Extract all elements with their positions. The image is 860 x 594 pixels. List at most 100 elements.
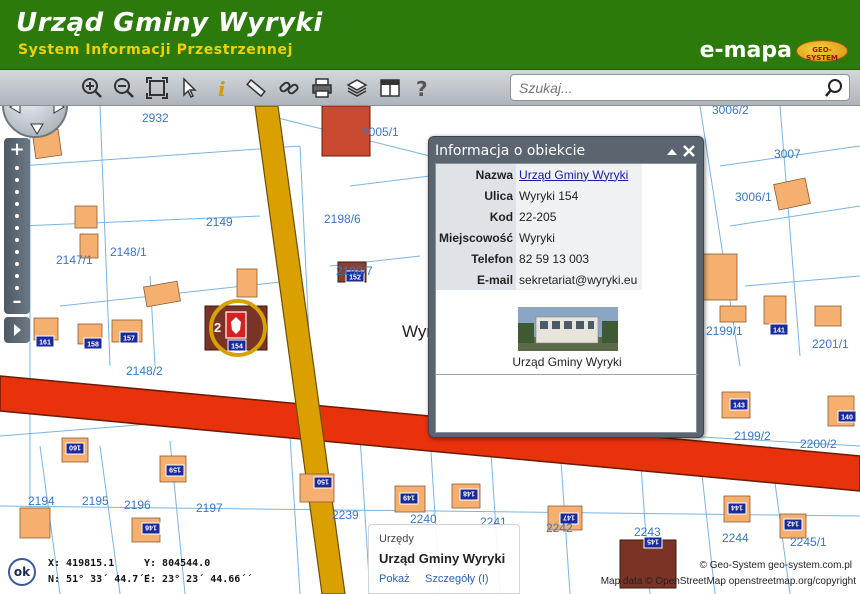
zoom-level-dot[interactable] bbox=[15, 166, 19, 170]
zoom-level-dot[interactable] bbox=[15, 190, 19, 194]
popup-collapse-button[interactable] bbox=[665, 145, 679, 159]
link-icon bbox=[279, 81, 299, 95]
zoom-level-dot[interactable] bbox=[15, 202, 19, 206]
building-photo[interactable] bbox=[518, 307, 618, 351]
info-row: Ulica Wyryki 154 bbox=[436, 185, 642, 206]
print-icon bbox=[312, 78, 332, 98]
parcel-label: 2244 bbox=[722, 531, 749, 545]
photo-caption: Urząd Gminy Wyryki bbox=[512, 355, 622, 369]
help-button[interactable]: ? bbox=[408, 74, 436, 102]
info-value: Wyryki 154 bbox=[516, 185, 642, 206]
search-input[interactable] bbox=[519, 78, 819, 98]
parcel-label: 2148/1 bbox=[110, 245, 147, 259]
parcel-label: 2194 bbox=[28, 494, 55, 508]
chevron-up-icon bbox=[667, 149, 677, 155]
ok-button[interactable]: ok bbox=[8, 558, 36, 586]
info-row: E-mail sekretariat@wyryki.eu bbox=[436, 269, 642, 290]
house-number-badge: 150 bbox=[313, 476, 333, 489]
show-link[interactable]: Pokaż bbox=[379, 573, 410, 585]
zoom-level-dot[interactable] bbox=[15, 250, 19, 254]
search-button[interactable] bbox=[823, 78, 845, 98]
category-panel: Urzędy Urząd Gminy Wyryki Pokaż Szczegół… bbox=[368, 524, 520, 594]
expand-panel-button[interactable] bbox=[4, 317, 30, 343]
zoom-minus-button[interactable]: – bbox=[4, 292, 30, 312]
info-row: Telefon 82 59 13 003 bbox=[436, 248, 642, 269]
info-button[interactable]: i bbox=[208, 74, 236, 102]
parcel-label: 2239 bbox=[332, 508, 359, 522]
house-number-text: 141 bbox=[773, 328, 785, 335]
toolbar: i ? bbox=[0, 70, 860, 106]
object-info-popup: Informacja o obiekcie Nazwa Urząd Gminy … bbox=[428, 136, 704, 438]
zoom-out-icon bbox=[114, 78, 134, 98]
coord-x: X: 419815.1 bbox=[48, 558, 115, 569]
info-value: 82 59 13 003 bbox=[516, 248, 642, 269]
zoom-level-dot[interactable] bbox=[15, 274, 19, 278]
house-number-text: 144 bbox=[731, 504, 743, 511]
info-label: Kod bbox=[436, 206, 517, 227]
app-header: Urząd Gminy Wyryki System Informacji Prz… bbox=[0, 0, 860, 70]
zoom-level-dot[interactable] bbox=[15, 262, 19, 266]
house-number-badge: 161 bbox=[35, 335, 55, 348]
info-row: Miejscowość Wyryki bbox=[436, 227, 642, 248]
layout-button[interactable] bbox=[376, 74, 404, 102]
link-button[interactable] bbox=[275, 74, 303, 102]
geo-system-logo: GEO-SYSTEM bbox=[796, 40, 848, 62]
copyright-osm[interactable]: Map data © OpenStreetMap openstreetmap.o… bbox=[601, 576, 856, 587]
house-number-text: 154 bbox=[231, 344, 243, 351]
details-link[interactable]: Szczegóły (I) bbox=[425, 573, 489, 585]
zoom-level-dot[interactable] bbox=[15, 214, 19, 218]
coordinate-readout: ok X: 419815.1 Y: 804544.0 N: 51° 33´ 44… bbox=[0, 550, 252, 594]
search-box bbox=[510, 74, 850, 101]
info-value: sekretariat@wyryki.eu bbox=[516, 269, 642, 290]
parcel-label: 2201/1 bbox=[812, 337, 849, 351]
house-number-badge: 158 bbox=[83, 337, 103, 350]
info-value: Wyryki bbox=[516, 227, 642, 248]
popup-close-button[interactable] bbox=[681, 143, 697, 159]
parcel-label: 2195 bbox=[82, 494, 109, 508]
pan-control[interactable] bbox=[2, 106, 68, 138]
parcel-label: 2242 bbox=[546, 521, 573, 535]
parcel-label: 3007 bbox=[774, 147, 801, 161]
zoom-extent-icon bbox=[146, 77, 168, 99]
measure-button[interactable] bbox=[242, 74, 270, 102]
zoom-in-button[interactable] bbox=[78, 74, 106, 102]
info-row: Kod 22-205 bbox=[436, 206, 642, 227]
house-number-text: 161 bbox=[39, 340, 51, 347]
house-number-badge: 144 bbox=[727, 502, 747, 515]
zoom-level-dot[interactable] bbox=[15, 178, 19, 182]
house-number-text: 149 bbox=[403, 494, 415, 501]
svg-text:?: ? bbox=[416, 77, 428, 99]
zoom-slider[interactable]: + – bbox=[4, 138, 30, 314]
house-number-badge: 148 bbox=[459, 488, 479, 501]
info-label: Nazwa bbox=[436, 164, 517, 185]
print-button[interactable] bbox=[308, 74, 336, 102]
pointer-button[interactable] bbox=[176, 74, 204, 102]
house-number-text: 160 bbox=[69, 444, 81, 451]
house-number-badge: 142 bbox=[783, 518, 803, 531]
zoom-level-dot[interactable] bbox=[15, 238, 19, 242]
zoom-level-dot[interactable] bbox=[15, 226, 19, 230]
svg-text:i: i bbox=[218, 77, 226, 99]
zoom-plus-button[interactable]: + bbox=[4, 140, 30, 160]
pan-arrows-icon bbox=[9, 106, 65, 135]
parcel-label: 2196 bbox=[124, 498, 151, 512]
popup-body: Nazwa Urząd Gminy Wyryki Ulica Wyryki 15… bbox=[435, 163, 698, 433]
object-name-link[interactable]: Urząd Gminy Wyryki bbox=[519, 168, 628, 182]
app-title: Urząd Gminy Wyryki bbox=[16, 8, 323, 38]
house-number-text: 157 bbox=[123, 336, 135, 343]
zoom-extent-button[interactable] bbox=[143, 74, 171, 102]
zoom-out-button[interactable] bbox=[110, 74, 138, 102]
category-label: Urzędy bbox=[379, 533, 414, 545]
layers-button[interactable] bbox=[343, 74, 371, 102]
house-number-text: 142 bbox=[787, 520, 799, 527]
coord-y: Y: 804544.0 bbox=[144, 558, 211, 569]
parcel-label: 2197 bbox=[196, 501, 223, 515]
info-value: Urząd Gminy Wyryki bbox=[516, 164, 642, 185]
parcel-label: 3005/1 bbox=[362, 125, 399, 139]
zoom-level-dot[interactable] bbox=[15, 286, 19, 290]
copyright-text[interactable]: Geo-System geo-system.com.pl bbox=[710, 560, 852, 571]
close-icon bbox=[683, 145, 695, 157]
chevron-right-icon bbox=[14, 324, 21, 336]
house-number-text: 147 bbox=[563, 514, 575, 521]
parcel-label: 2243 bbox=[634, 525, 661, 539]
